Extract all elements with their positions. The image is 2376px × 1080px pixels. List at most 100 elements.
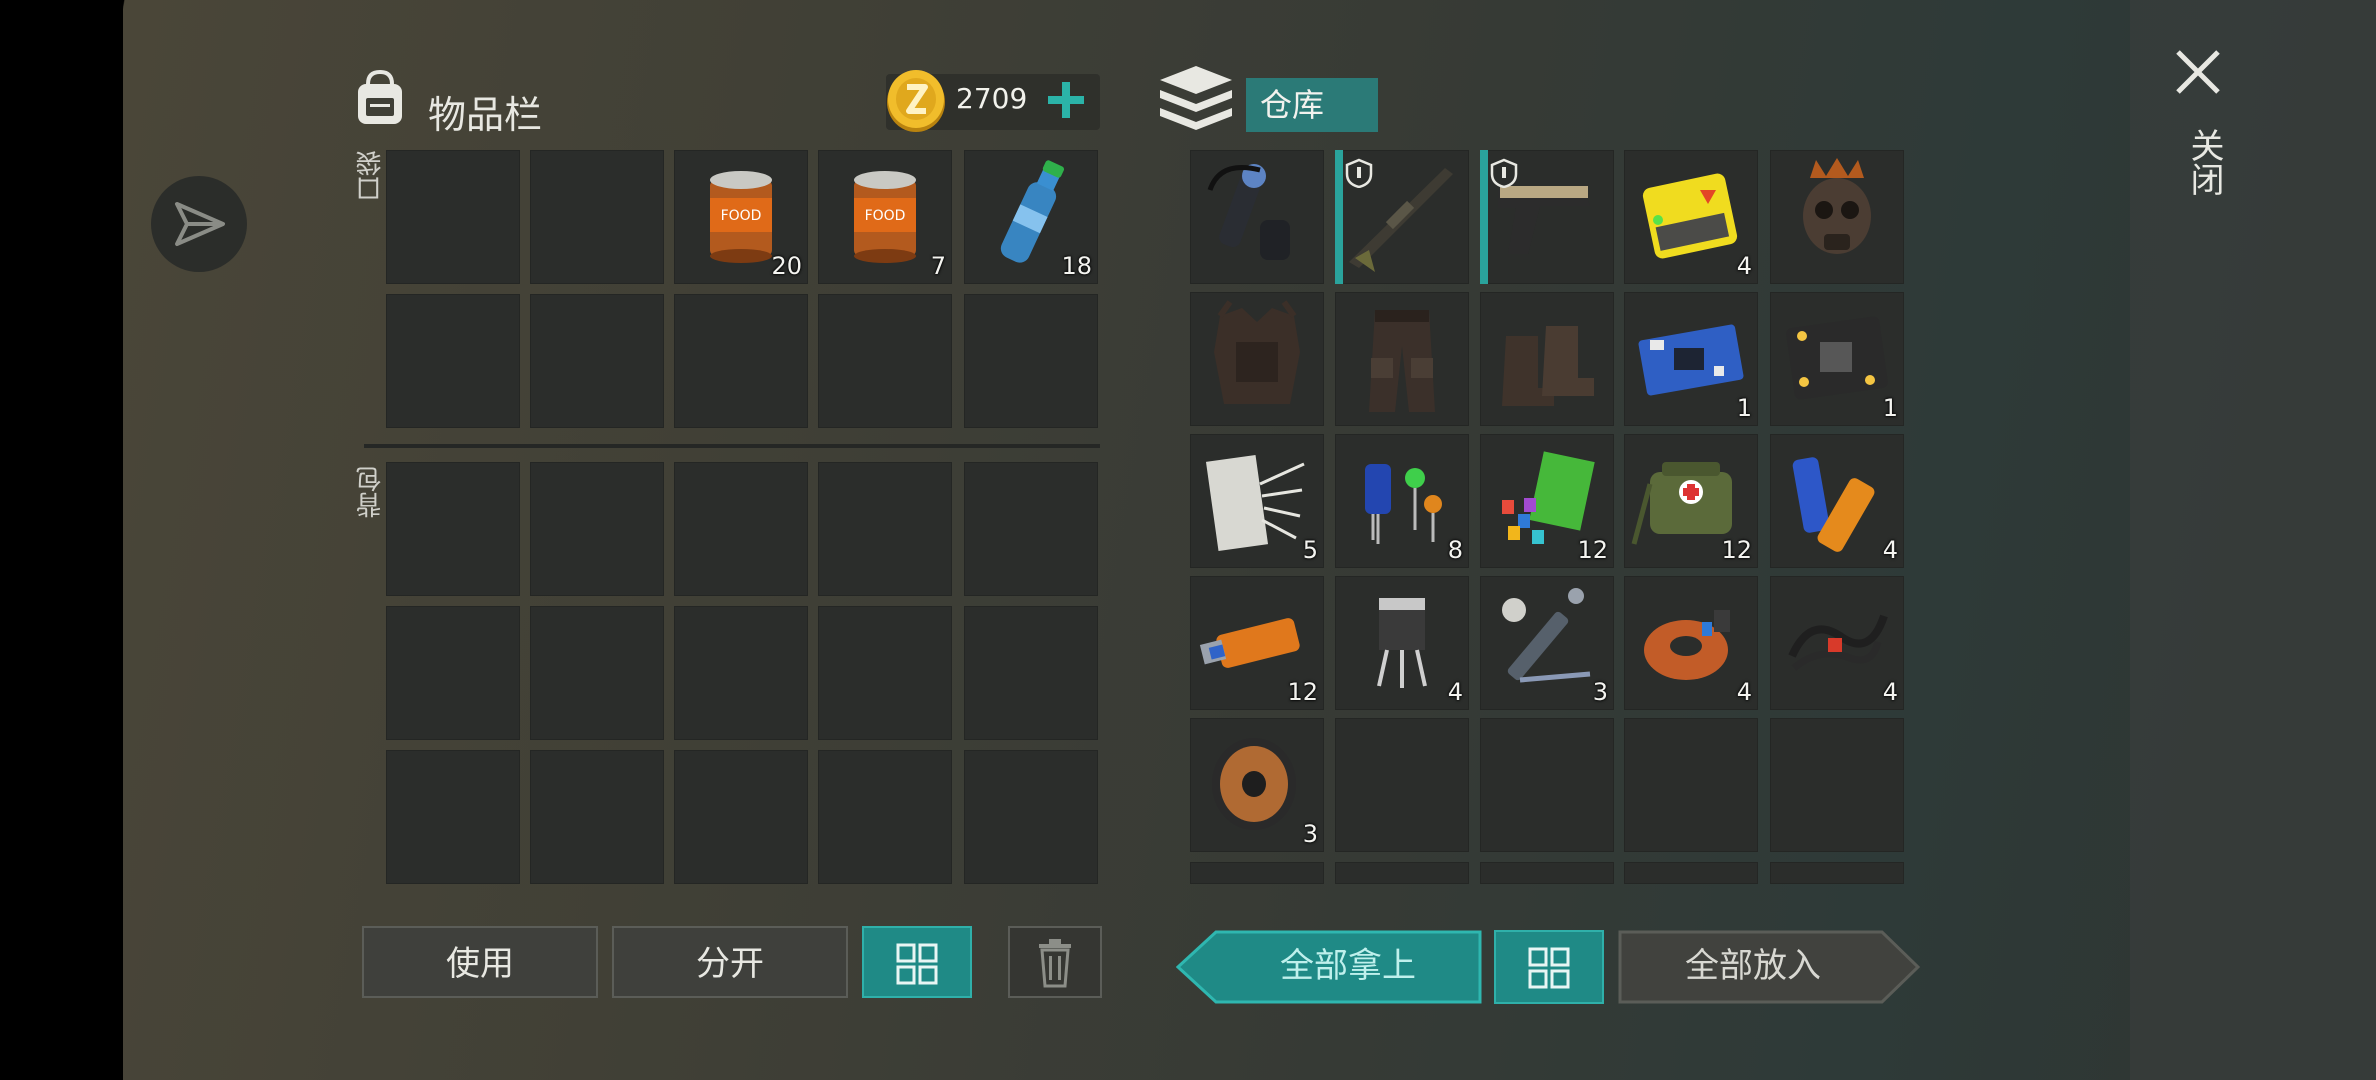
warehouse-slot[interactable]: 8 (1335, 434, 1469, 568)
add-coins-plus-icon[interactable] (1046, 80, 1086, 120)
screen-left-border (0, 0, 123, 1080)
coin-amount: 2709 (956, 82, 1028, 115)
sort-inventory-button[interactable] (862, 926, 972, 998)
armor-boots-icon (1502, 326, 1594, 406)
backpack-slot[interactable] (386, 462, 520, 596)
backpack-label: 背包 (356, 466, 386, 518)
backpack-slot[interactable] (530, 462, 664, 596)
warehouse-slot[interactable]: 3 (1190, 718, 1324, 852)
item-count: 4 (1447, 678, 1463, 706)
warehouse-slot[interactable] (1770, 150, 1904, 284)
backpack-slot[interactable] (386, 750, 520, 884)
section-divider (364, 444, 1100, 448)
warehouse-slot[interactable] (1770, 718, 1904, 852)
item-count: 18 (1061, 252, 1092, 280)
take-all-button[interactable]: 全部拿上 (1216, 930, 1480, 1004)
warehouse-slot[interactable]: 4 (1624, 150, 1758, 284)
warehouse-slot[interactable]: 1 (1624, 292, 1758, 426)
item-count: 5 (1302, 536, 1318, 564)
close-label[interactable]: 关闭 (2180, 128, 2229, 196)
backpack-slot[interactable] (674, 750, 808, 884)
warehouse-tab[interactable]: 仓库 (1246, 78, 1378, 132)
skull-mask-icon (1803, 158, 1871, 254)
warehouse-slot[interactable]: 3 (1480, 576, 1614, 710)
pocket-label: 口袋 (356, 150, 386, 202)
pocket-slot[interactable] (530, 294, 664, 428)
backpack-slot[interactable] (964, 606, 1098, 740)
item-count: 1 (1736, 394, 1752, 422)
warehouse-slot[interactable] (1335, 862, 1469, 884)
equipped-marker (1480, 150, 1488, 284)
send-arrow-icon (175, 202, 225, 246)
use-button[interactable]: 使用 (362, 926, 598, 998)
armor-vest-icon (1214, 300, 1300, 404)
armor-pants-icon (1369, 310, 1435, 412)
warehouse-slot[interactable]: 5 (1190, 434, 1324, 568)
item-count: 3 (1302, 820, 1318, 848)
item-count: 7 (930, 252, 946, 280)
backpack-slot[interactable] (818, 750, 952, 884)
warehouse-slot[interactable] (1480, 718, 1614, 852)
pocket-slot[interactable]: 18 (964, 150, 1098, 284)
pocket-slot[interactable] (386, 150, 520, 284)
pocket-slot[interactable]: FOOD 20 (674, 150, 808, 284)
backpack-slot[interactable] (674, 606, 808, 740)
svg-text:FOOD: FOOD (865, 208, 906, 224)
warehouse-slot[interactable] (1624, 862, 1758, 884)
warehouse-boxes-icon (1160, 66, 1232, 130)
warehouse-slot[interactable]: 12 (1190, 576, 1324, 710)
split-button[interactable]: 分开 (612, 926, 848, 998)
backpack-slot[interactable] (964, 462, 1098, 596)
pocket-slot[interactable] (530, 150, 664, 284)
pocket-slot[interactable] (964, 294, 1098, 428)
warehouse-slot[interactable] (1190, 150, 1324, 284)
item-count: 12 (1721, 536, 1752, 564)
warehouse-slot[interactable]: 4 (1624, 576, 1758, 710)
warehouse-slot[interactable] (1480, 292, 1614, 426)
item-count: 4 (1736, 678, 1752, 706)
warehouse-slot[interactable] (1335, 150, 1469, 284)
lock-shield-icon (1345, 158, 1373, 188)
backpack-slot[interactable] (818, 606, 952, 740)
warehouse-slot[interactable] (1335, 718, 1469, 852)
warehouse-slot[interactable] (1624, 718, 1758, 852)
coin-icon (887, 70, 945, 132)
item-count: 3 (1592, 678, 1608, 706)
lock-shield-icon (1490, 158, 1518, 188)
put-all-button[interactable]: 全部放入 (1618, 930, 1888, 1004)
warehouse-slot[interactable] (1190, 862, 1324, 884)
sort-warehouse-button[interactable] (1494, 930, 1604, 1004)
backpack-slot[interactable] (964, 750, 1098, 884)
warehouse-slot[interactable] (1770, 862, 1904, 884)
warehouse-slot[interactable]: 4 (1770, 434, 1904, 568)
silencer-flashlight-icon (1207, 164, 1290, 260)
backpack-slot[interactable] (530, 750, 664, 884)
warehouse-slot[interactable] (1190, 292, 1324, 426)
pocket-slot[interactable] (386, 294, 520, 428)
warehouse-slot[interactable]: 12 (1624, 434, 1758, 568)
right-panel-shade (2130, 0, 2376, 1080)
trash-button[interactable] (1008, 926, 1102, 998)
backpack-slot[interactable] (818, 462, 952, 596)
share-button[interactable] (151, 176, 247, 272)
close-icon[interactable] (2172, 46, 2224, 98)
pocket-slot[interactable] (674, 294, 808, 428)
equipped-marker (1335, 150, 1343, 284)
warehouse-slot[interactable]: 4 (1770, 576, 1904, 710)
item-count: 4 (1882, 536, 1898, 564)
warehouse-slot[interactable] (1480, 862, 1614, 884)
pocket-slot[interactable] (818, 294, 952, 428)
backpack-slot[interactable] (530, 606, 664, 740)
backpack-slot[interactable] (386, 606, 520, 740)
warehouse-slot[interactable] (1480, 150, 1614, 284)
warehouse-slot[interactable] (1335, 292, 1469, 426)
item-count: 12 (1577, 536, 1608, 564)
item-count: 20 (771, 252, 802, 280)
grid-sort-icon (1528, 947, 1570, 989)
warehouse-slot[interactable]: 12 (1480, 434, 1614, 568)
backpack-slot[interactable] (674, 462, 808, 596)
warehouse-slot[interactable]: 1 (1770, 292, 1904, 426)
warehouse-slot[interactable]: 4 (1335, 576, 1469, 710)
pocket-slot[interactable]: FOOD 7 (818, 150, 952, 284)
item-count: 4 (1736, 252, 1752, 280)
